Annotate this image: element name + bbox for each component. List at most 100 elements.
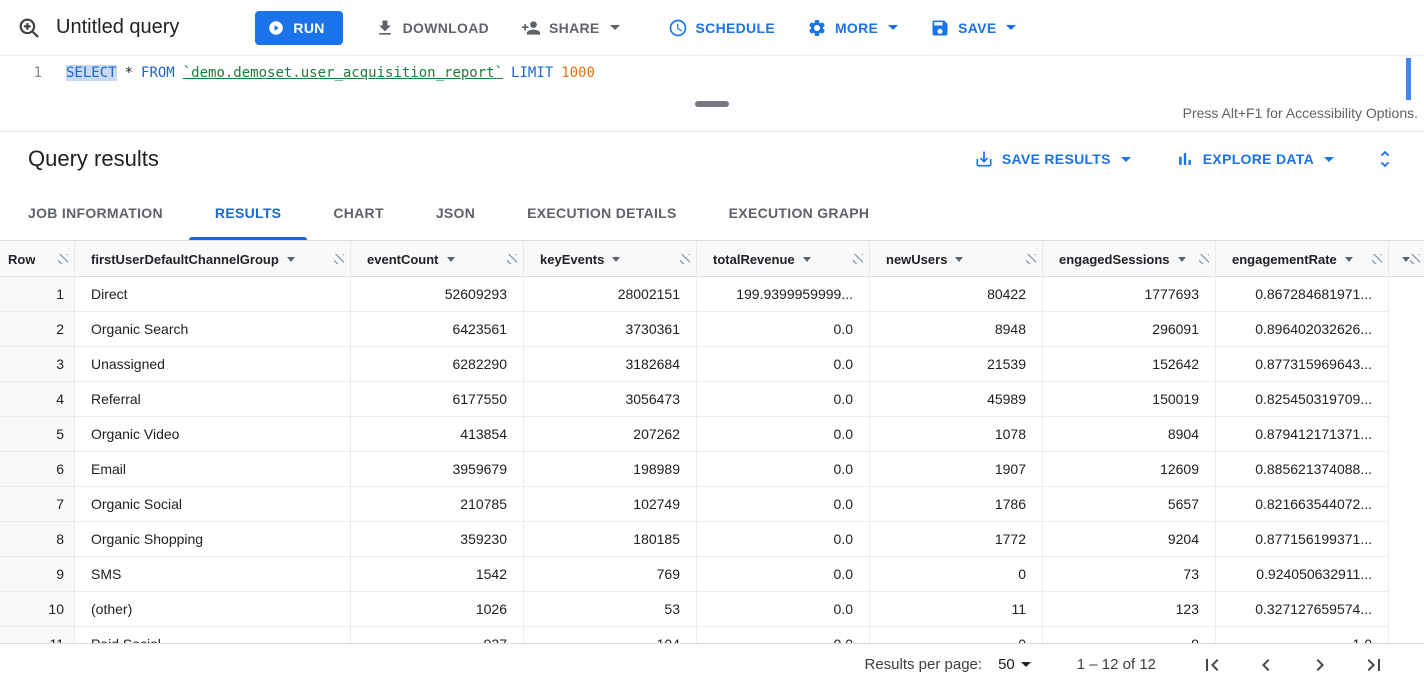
explore-data-button[interactable]: EXPLORE DATA bbox=[1175, 149, 1334, 169]
table-cell: 1542 bbox=[351, 557, 524, 592]
divider-drag-handle[interactable] bbox=[695, 101, 729, 107]
column-header-Row[interactable]: Row bbox=[0, 241, 75, 277]
last-page-button[interactable] bbox=[1362, 653, 1386, 677]
sql-table-reference-link[interactable]: `demo.demoset.user_acquisition_report` bbox=[183, 65, 503, 81]
table-header-gutter bbox=[1389, 241, 1424, 277]
table-cell: 207262 bbox=[524, 417, 697, 452]
query-toolbar: Untitled query RUN DOWNLOAD SHARE SCHE bbox=[0, 0, 1424, 56]
table-cell: 210785 bbox=[351, 487, 524, 522]
table-cell: 3056473 bbox=[524, 382, 697, 417]
table-cell: 0.879412171371... bbox=[1216, 417, 1389, 452]
column-header-engagedSessions[interactable]: engagedSessions bbox=[1043, 241, 1216, 277]
table-cell: 0.0 bbox=[697, 522, 870, 557]
sql-editor[interactable]: 1 SELECT*FROM`demo.demoset.user_acquisit… bbox=[0, 56, 1424, 102]
run-button[interactable]: RUN bbox=[255, 11, 342, 45]
column-header-totalRevenue[interactable]: totalRevenue bbox=[697, 241, 870, 277]
table-cell: 0 bbox=[870, 627, 1043, 643]
tab-execution-graph[interactable]: EXECUTION GRAPH bbox=[703, 186, 896, 240]
table-row-gutter bbox=[1389, 347, 1424, 382]
table-cell: 21539 bbox=[870, 347, 1043, 382]
previous-page-button[interactable] bbox=[1254, 653, 1278, 677]
chevron-right-icon bbox=[1308, 653, 1332, 677]
column-header-newUsers[interactable]: newUsers bbox=[870, 241, 1043, 277]
column-resize-handle[interactable] bbox=[680, 254, 690, 264]
table-cell: 6423561 bbox=[351, 312, 524, 347]
sql-code-line: SELECT*FROM`demo.demoset.user_acquisitio… bbox=[66, 62, 595, 102]
download-button-label: DOWNLOAD bbox=[403, 20, 489, 36]
table-cell: 0.0 bbox=[697, 382, 870, 417]
save-button[interactable]: SAVE bbox=[930, 18, 1016, 38]
sql-star: * bbox=[125, 65, 133, 81]
column-resize-handle[interactable] bbox=[507, 254, 517, 264]
column-resize-handle[interactable] bbox=[1199, 254, 1209, 264]
column-menu-arrow-icon[interactable] bbox=[1402, 257, 1410, 262]
column-resize-handle[interactable] bbox=[334, 254, 344, 264]
save-results-button[interactable]: SAVE RESULTS bbox=[974, 149, 1131, 169]
row-number-cell: 6 bbox=[0, 452, 75, 487]
sql-keyword-from: FROM bbox=[141, 65, 175, 81]
table-cell: 180185 bbox=[524, 522, 697, 557]
table-cell: 1026 bbox=[351, 592, 524, 627]
column-resize-handle[interactable] bbox=[1410, 254, 1420, 264]
table-row: 8Organic Shopping3592301801850.017729204… bbox=[0, 522, 1424, 557]
editor-scrollbar[interactable] bbox=[1406, 58, 1411, 100]
tab-execution-details[interactable]: EXECUTION DETAILS bbox=[501, 186, 703, 240]
row-number-cell: 8 bbox=[0, 522, 75, 557]
column-menu-arrow-icon[interactable] bbox=[1345, 257, 1353, 262]
column-menu-arrow-icon[interactable] bbox=[955, 257, 963, 262]
tab-results[interactable]: RESULTS bbox=[189, 186, 307, 240]
column-menu-arrow-icon[interactable] bbox=[447, 257, 455, 262]
table-cell: 0.825450319709... bbox=[1216, 382, 1389, 417]
table-row-gutter bbox=[1389, 452, 1424, 487]
column-resize-handle[interactable] bbox=[853, 254, 863, 264]
table-row: 2Organic Search642356137303610.089482960… bbox=[0, 312, 1424, 347]
column-header-keyEvents[interactable]: keyEvents bbox=[524, 241, 697, 277]
tab-chart[interactable]: CHART bbox=[307, 186, 410, 240]
row-number-cell: 10 bbox=[0, 592, 75, 627]
page-size-select[interactable]: 50 bbox=[998, 656, 1031, 673]
table-row-gutter bbox=[1389, 382, 1424, 417]
download-button[interactable]: DOWNLOAD bbox=[375, 18, 489, 38]
column-header-eventCount[interactable]: eventCount bbox=[351, 241, 524, 277]
column-resize-handle[interactable] bbox=[1372, 254, 1382, 264]
first-page-icon bbox=[1200, 653, 1224, 677]
share-button[interactable]: SHARE bbox=[521, 18, 620, 38]
column-header-engagementRate[interactable]: engagementRate bbox=[1216, 241, 1389, 277]
column-header-label: firstUserDefaultChannelGroup bbox=[91, 252, 279, 267]
query-results-header: Query results SAVE RESULTS EXPLORE DATA bbox=[0, 132, 1424, 186]
first-page-button[interactable] bbox=[1200, 653, 1224, 677]
chevron-down-icon bbox=[610, 25, 620, 30]
next-page-button[interactable] bbox=[1308, 653, 1332, 677]
table-cell: 199.9399959999... bbox=[697, 277, 870, 312]
table-cell: 123 bbox=[1043, 592, 1216, 627]
explore-data-label: EXPLORE DATA bbox=[1203, 151, 1314, 167]
table-cell: 8904 bbox=[1043, 417, 1216, 452]
line-number: 1 bbox=[0, 62, 50, 102]
chevron-down-icon bbox=[1324, 157, 1334, 162]
bar-chart-icon bbox=[1175, 149, 1195, 169]
column-header-firstUserDefaultChannelGroup[interactable]: firstUserDefaultChannelGroup bbox=[75, 241, 351, 277]
expand-results-button[interactable] bbox=[1374, 148, 1396, 170]
pager-controls bbox=[1200, 653, 1386, 677]
chevron-left-icon bbox=[1254, 653, 1278, 677]
schedule-button[interactable]: SCHEDULE bbox=[668, 18, 775, 38]
tab-json[interactable]: JSON bbox=[410, 186, 501, 240]
column-resize-handle[interactable] bbox=[58, 254, 68, 264]
save-alt-icon bbox=[974, 149, 994, 169]
column-resize-handle[interactable] bbox=[1026, 254, 1036, 264]
column-menu-arrow-icon[interactable] bbox=[803, 257, 811, 262]
table-cell: 9 bbox=[1043, 627, 1216, 643]
table-row: 11Paid Social9371040.0091.0 bbox=[0, 627, 1424, 643]
column-menu-arrow-icon[interactable] bbox=[612, 257, 620, 262]
table-row: 5Organic Video4138542072620.0107889040.8… bbox=[0, 417, 1424, 452]
column-header-label: eventCount bbox=[367, 252, 439, 267]
table-row: 10(other)1026530.0111230.327127659574... bbox=[0, 592, 1424, 627]
person-add-icon bbox=[521, 18, 541, 38]
accessibility-hint: Press Alt+F1 for Accessibility Options. bbox=[1183, 105, 1418, 121]
tab-job-information[interactable]: JOB INFORMATION bbox=[2, 186, 189, 240]
column-menu-arrow-icon[interactable] bbox=[1178, 257, 1186, 262]
column-menu-arrow-icon[interactable] bbox=[287, 257, 295, 262]
save-icon bbox=[930, 18, 950, 38]
more-button[interactable]: MORE bbox=[807, 18, 898, 38]
table-cell: 0.0 bbox=[697, 627, 870, 643]
